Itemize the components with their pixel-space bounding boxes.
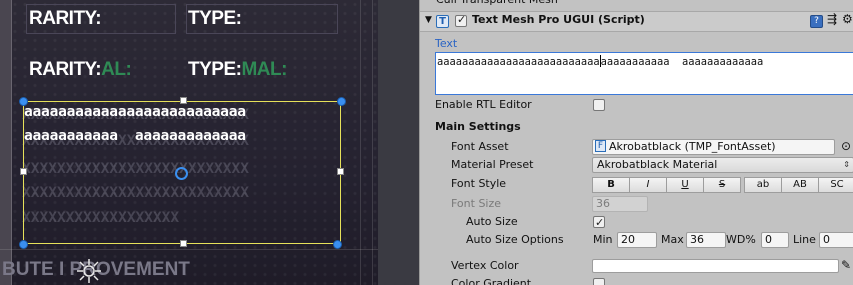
scene-view[interactable]: RARITY: TYPE: RARITY:AL: TYPE:MAL: XXXXX… <box>0 0 419 285</box>
main-settings-row: Main Settings <box>420 118 853 136</box>
font-style-underline-button[interactable]: U <box>666 177 704 193</box>
type-label-2: TYPE:MAL: <box>188 59 287 80</box>
vertex-color-label: Vertex Color <box>451 259 519 272</box>
edge-handle-bottom[interactable] <box>180 240 187 247</box>
scene-grid-line <box>0 249 378 250</box>
font-asset-row: Font Asset F Akrobatblack (TMP_FontAsset… <box>420 138 853 156</box>
font-style-lowercase-button[interactable]: ab <box>744 177 782 193</box>
tmp-component-icon: T <box>436 15 449 28</box>
min-label: Min <box>593 233 613 246</box>
edge-handle-top[interactable] <box>180 97 187 104</box>
font-size-row: Font Size 36 <box>420 195 853 213</box>
line-adjust-field[interactable]: 0 <box>819 232 853 248</box>
material-preset-dropdown[interactable]: Akrobatblack Material ⇕ <box>592 157 853 173</box>
auto-size-label: Auto Size <box>466 215 518 228</box>
line-label: Line <box>793 233 816 246</box>
font-size-label: Font Size <box>451 197 502 210</box>
enable-rtl-row: Enable RTL Editor <box>420 96 853 114</box>
auto-size-checkbox[interactable] <box>593 214 605 232</box>
font-style-italic-button[interactable]: I <box>629 177 667 193</box>
enable-rtl-checkbox[interactable] <box>593 99 605 111</box>
component-header[interactable]: ▼ T Text Mesh Pro UGUI (Script) ? ⇶ ⚙ <box>420 11 853 32</box>
corner-handle-top-left[interactable] <box>19 97 28 106</box>
corner-handle-bottom-left[interactable] <box>19 240 28 249</box>
foldout-arrow-icon[interactable]: ▼ <box>425 15 432 25</box>
object-picker-icon[interactable]: ⊙ <box>841 137 851 155</box>
dropdown-arrow-icon: ⇕ <box>843 160 850 169</box>
font-asset-field[interactable]: F Akrobatblack (TMP_FontAsset) <box>592 139 835 155</box>
color-gradient-row: Color Gradient <box>420 275 853 285</box>
light-gizmo-icon[interactable] <box>76 258 102 284</box>
text-field-label: Text <box>435 37 458 50</box>
font-style-uppercase-button[interactable]: AB <box>781 177 819 193</box>
min-size-field[interactable]: 20 <box>617 232 657 248</box>
font-size-field: 36 <box>592 196 648 212</box>
pivot-icon[interactable] <box>175 167 188 180</box>
corner-handle-top-right[interactable] <box>337 97 346 106</box>
cull-transparent-mesh-row: Cull Transparent Mesh <box>420 0 853 9</box>
rarity-label-1: RARITY: <box>29 8 102 29</box>
edge-handle-right[interactable] <box>337 168 344 175</box>
corner-handle-bottom-right[interactable] <box>333 240 342 249</box>
font-style-bold-button[interactable]: B <box>592 177 630 193</box>
edge-handle-left[interactable] <box>20 168 27 175</box>
wd-percent-field[interactable]: 0 <box>761 232 789 248</box>
max-label: Max <box>661 233 684 246</box>
settings-gear-icon[interactable]: ⚙ <box>842 12 853 26</box>
panel-left-edge <box>0 0 12 285</box>
main-settings-header: Main Settings <box>435 120 521 133</box>
text-input-area[interactable]: aaaaaaaaaaaaaaaaaaaaaaaaaaaaaaaaaaaaa aa… <box>435 52 853 95</box>
preset-icon[interactable]: ⇶ <box>827 12 837 26</box>
scene-background-strip <box>378 0 419 285</box>
color-gradient-label: Color Gradient <box>451 277 532 285</box>
component-title: Text Mesh Pro UGUI (Script) <box>472 13 645 26</box>
auto-size-options-label: Auto Size Options <box>466 233 564 246</box>
vertex-color-swatch[interactable] <box>592 259 839 273</box>
auto-size-row: Auto Size <box>420 213 853 232</box>
eyedropper-icon[interactable]: ✎ <box>841 256 851 274</box>
type-label-1: TYPE: <box>188 8 242 29</box>
color-gradient-checkbox[interactable] <box>593 278 605 285</box>
material-preset-row: Material Preset Akrobatblack Material ⇕ <box>420 156 853 174</box>
component-enabled-checkbox[interactable] <box>455 13 467 27</box>
font-asset-label: Font Asset <box>451 140 509 153</box>
scene-grid-line <box>372 0 373 285</box>
scene-grid-line <box>360 0 361 285</box>
font-style-label: Font Style <box>451 177 507 190</box>
enable-rtl-label: Enable RTL Editor <box>435 98 532 111</box>
font-style-strikethrough-button[interactable]: S <box>703 177 741 193</box>
auto-size-options-row: Auto Size Options Min 20 Max 36 WD% 0 Li… <box>420 231 853 249</box>
help-icon[interactable]: ? <box>810 15 823 28</box>
font-asset-icon: F <box>595 140 606 152</box>
max-size-field[interactable]: 36 <box>686 232 726 248</box>
material-preset-label: Material Preset <box>451 158 534 171</box>
cull-transparent-mesh-label: Cull Transparent Mesh <box>436 0 558 9</box>
font-style-smallcaps-button[interactable]: SC <box>818 177 853 193</box>
vertex-color-row: Vertex Color ✎ <box>420 257 853 275</box>
rarity-label-2: RARITY:AL: <box>29 59 132 80</box>
wd-label: WD% <box>726 233 756 246</box>
inspector-panel: Cull Transparent Mesh ▼ T Text Mesh Pro … <box>419 0 853 285</box>
